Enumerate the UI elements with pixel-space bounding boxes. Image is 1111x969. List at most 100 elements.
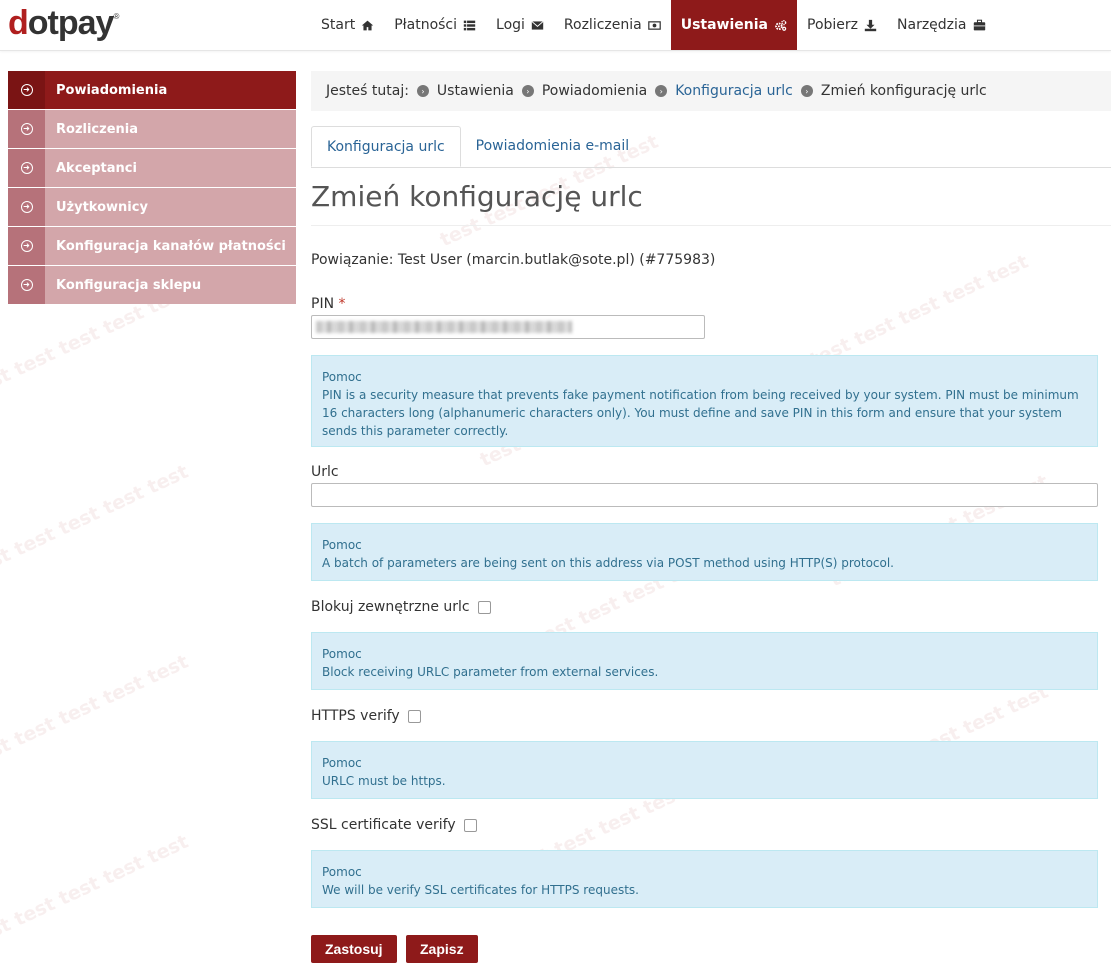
sidebar-item-uzytkownicy[interactable]: ➜ Użytkownicy <box>8 188 296 226</box>
sidebar-item-icon-box: ➜ <box>8 71 45 109</box>
sidebar: ➜ Powiadomienia ➜ Rozliczenia ➜ Akceptan… <box>8 71 296 305</box>
tab-powiadomienia-email[interactable]: Powiadomienia e-mail <box>461 126 644 166</box>
breadcrumb-item-current: Zmień konfigurację urlc <box>820 83 987 99</box>
help-text-block: Block receiving URLC parameter from exte… <box>322 665 659 679</box>
help-title: Pomoc <box>322 865 362 879</box>
download-icon <box>864 19 877 31</box>
sidebar-item-konfiguracja-kanalow[interactable]: ➜ Konfiguracja kanałów płatności <box>8 227 296 265</box>
arrow-circle-right-icon: ➜ <box>20 162 33 174</box>
save-button[interactable]: Zapisz <box>406 935 478 963</box>
briefcase-icon <box>973 19 985 30</box>
pin-value-redacted <box>316 321 572 333</box>
https-verify-checkbox[interactable] <box>407 709 421 723</box>
https-verify-row: HTTPS verify <box>311 708 421 724</box>
nav-logi[interactable]: Logi <box>486 0 554 50</box>
nav-platnosci[interactable]: Płatności <box>384 0 486 50</box>
sidebar-item-icon-box: ➜ <box>8 149 45 187</box>
help-box-https: Pomoc URLC must be https. <box>311 741 1098 799</box>
breadcrumb: Jesteś tutaj: › Ustawienia › Powiadomien… <box>311 71 1111 111</box>
help-title: Pomoc <box>322 647 362 661</box>
sidebar-item-konfiguracja-sklepu[interactable]: ➜ Konfiguracja sklepu <box>8 266 296 304</box>
sidebar-item-label: Konfiguracja kanałów płatności <box>56 238 286 254</box>
help-text-ssl: We will be verify SSL certificates for H… <box>322 883 639 897</box>
nav-platnosci-label: Płatności <box>394 17 458 33</box>
logo-text-rest: otpay <box>27 4 115 42</box>
tab-bar: Konfiguracja urlc Powiadomienia e-mail <box>311 126 1111 168</box>
pin-label-text: PIN <box>311 296 335 312</box>
help-box-ssl: Pomoc We will be verify SSL certificates… <box>311 850 1098 908</box>
ssl-verify-label: SSL certificate verify <box>311 817 456 833</box>
nav-start-label: Start <box>321 17 356 33</box>
chevron-circle-right-icon: › <box>655 85 668 97</box>
chevron-circle-right-icon: › <box>800 85 813 97</box>
money-icon <box>647 20 661 30</box>
chevron-circle-right-icon: › <box>521 85 534 97</box>
sidebar-item-label: Powiadomienia <box>56 82 168 98</box>
sidebar-item-label: Rozliczenia <box>56 121 138 137</box>
sidebar-item-icon-box: ➜ <box>8 227 45 265</box>
sidebar-item-rozliczenia[interactable]: ➜ Rozliczenia <box>8 110 296 148</box>
nav-ustawienia-label: Ustawienia <box>680 17 768 33</box>
logo-registered-mark: ® <box>113 12 119 21</box>
home-icon <box>362 20 374 30</box>
https-verify-label: HTTPS verify <box>311 708 400 724</box>
nav-rozliczenia-label: Rozliczenia <box>563 17 642 33</box>
apply-button[interactable]: Zastosuj <box>311 935 397 963</box>
top-navbar: dotpay® Start Płatności Logi Rozliczenia… <box>0 0 1111 51</box>
block-external-urlc-row: Blokuj zewnętrzne urlc <box>311 599 491 615</box>
nav-narzedzia[interactable]: Narzędzia <box>887 0 995 50</box>
cogs-icon <box>775 19 787 31</box>
sidebar-item-powiadomienia[interactable]: ➜ Powiadomienia <box>8 71 296 109</box>
page-title: Zmień konfigurację urlc <box>311 180 643 213</box>
arrow-circle-right-icon: ➜ <box>20 84 33 96</box>
help-box-block: Pomoc Block receiving URLC parameter fro… <box>311 632 1098 690</box>
sidebar-item-label: Konfiguracja sklepu <box>56 277 202 293</box>
nav-rozliczenia[interactable]: Rozliczenia <box>554 0 671 50</box>
sidebar-item-akceptanci[interactable]: ➜ Akceptanci <box>8 149 296 187</box>
required-asterisk: * <box>338 296 346 312</box>
nav-logi-label: Logi <box>496 17 525 33</box>
help-box-urlc: Pomoc A batch of parameters are being se… <box>311 523 1098 581</box>
help-box-pin: Pomoc PIN is a security measure that pre… <box>311 355 1098 447</box>
sidebar-item-icon-box: ➜ <box>8 188 45 226</box>
watermark-text: test test test test test <box>0 830 192 952</box>
breadcrumb-item-powiadomienia[interactable]: Powiadomienia <box>542 83 647 99</box>
arrow-circle-right-icon: ➜ <box>20 279 33 291</box>
breadcrumb-prefix: Jesteś tutaj: <box>326 83 409 99</box>
nav-pobierz[interactable]: Pobierz <box>797 0 887 50</box>
pin-label: PIN * <box>311 296 346 312</box>
sidebar-item-icon-box: ➜ <box>8 110 45 148</box>
title-divider <box>311 225 1111 226</box>
help-title: Pomoc <box>322 370 362 384</box>
list-icon <box>463 20 476 30</box>
chevron-circle-right-icon: › <box>416 85 429 97</box>
envelope-icon <box>531 20 544 30</box>
help-text-pin: PIN is a security measure that prevents … <box>322 388 1079 438</box>
arrow-circle-right-icon: ➜ <box>20 123 33 135</box>
watermark-text: test test test test test <box>0 460 192 582</box>
arrow-circle-right-icon: ➜ <box>20 201 33 213</box>
ssl-verify-row: SSL certificate verify <box>311 817 477 833</box>
breadcrumb-item-konfiguracja-urlc[interactable]: Konfiguracja urlc <box>675 83 793 99</box>
binding-info: Powiązanie: Test User (marcin.butlak@sot… <box>311 252 716 268</box>
help-title: Pomoc <box>322 756 362 770</box>
help-title: Pomoc <box>322 538 362 552</box>
pin-input[interactable] <box>311 315 705 339</box>
block-external-urlc-label: Blokuj zewnętrzne urlc <box>311 599 470 615</box>
sidebar-item-icon-box: ➜ <box>8 266 45 304</box>
main-nav: Start Płatności Logi Rozliczenia Ustawie… <box>311 0 996 50</box>
ssl-verify-checkbox[interactable] <box>463 818 477 832</box>
help-text-urlc: A batch of parameters are being sent on … <box>322 556 894 570</box>
breadcrumb-item-ustawienia[interactable]: Ustawienia <box>437 83 514 99</box>
block-external-urlc-checkbox[interactable] <box>477 600 491 614</box>
urlc-label: Urlc <box>311 464 339 480</box>
watermark-text: test test test test test <box>806 250 1032 372</box>
urlc-input[interactable] <box>311 483 1098 507</box>
nav-start[interactable]: Start <box>311 0 384 50</box>
dotpay-logo[interactable]: dotpay® <box>8 4 119 43</box>
nav-narzedzia-label: Narzędzia <box>897 17 967 33</box>
nav-ustawienia[interactable]: Ustawienia <box>670 0 797 50</box>
tab-konfiguracja-urlc[interactable]: Konfiguracja urlc <box>311 126 461 167</box>
watermark-text: test test test test test <box>0 650 192 772</box>
nav-pobierz-label: Pobierz <box>807 17 859 33</box>
